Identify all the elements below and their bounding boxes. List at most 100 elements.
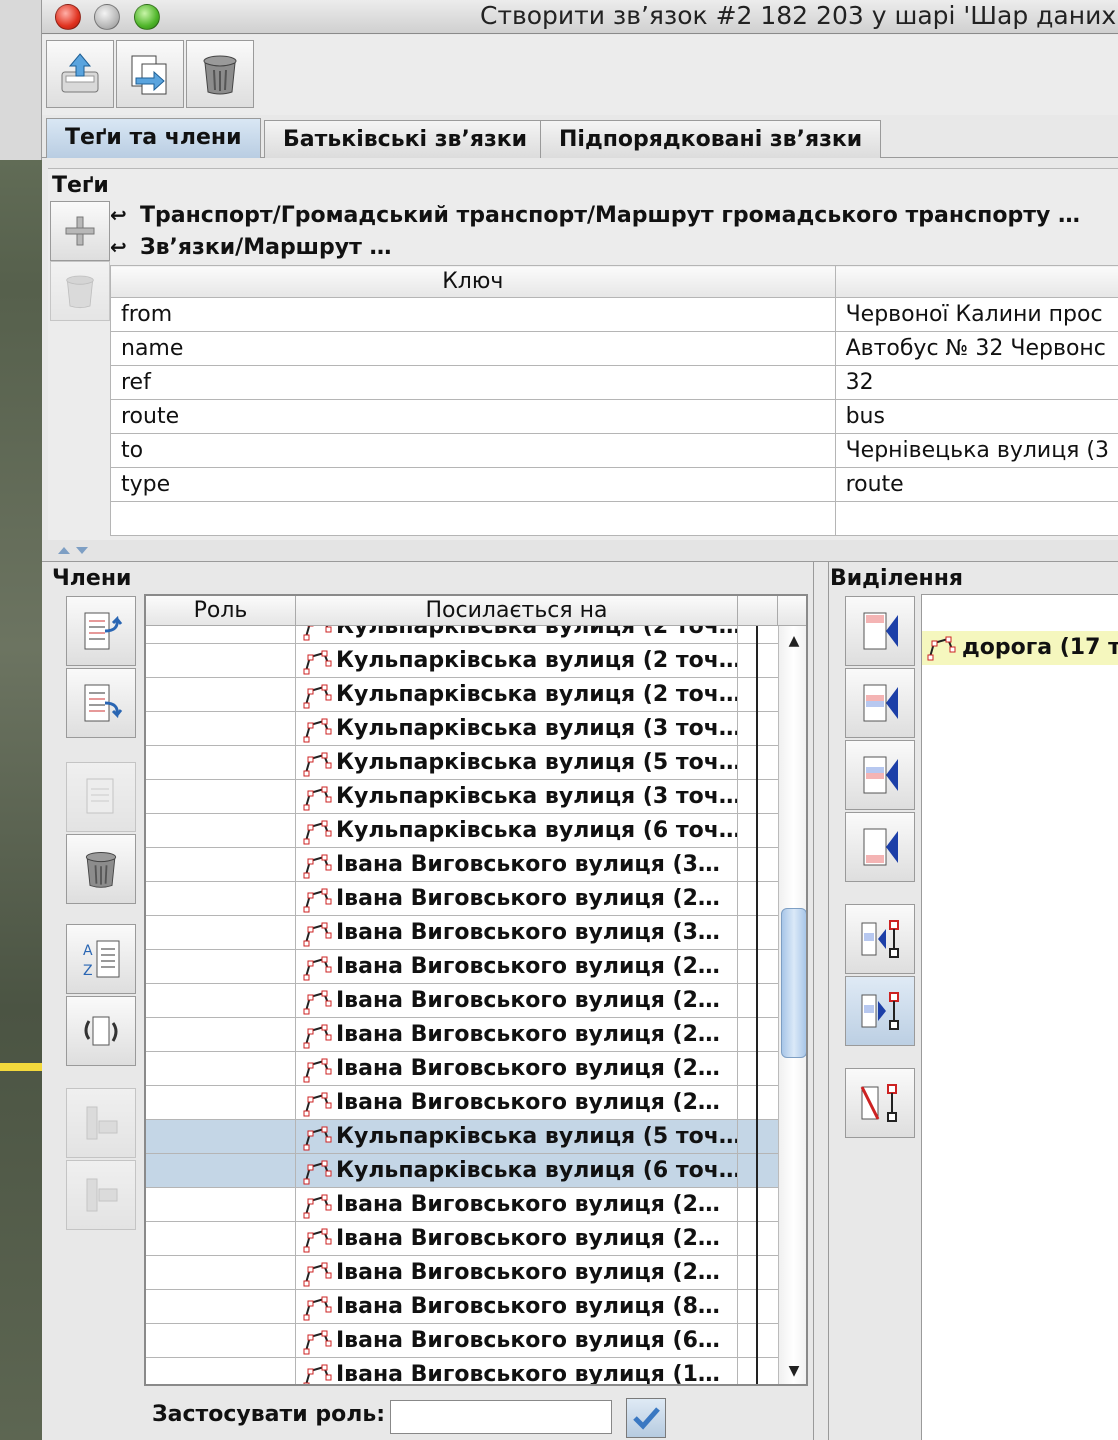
refers-column-header[interactable]: Посилається на	[296, 596, 738, 626]
value-column-header[interactable]	[834, 265, 1118, 298]
tag-key[interactable]	[110, 501, 836, 536]
member-ref-cell[interactable]: Івана Виговського вулиця (2…	[298, 1222, 738, 1256]
apply-role-button[interactable]	[626, 1398, 666, 1438]
tag-value[interactable]: route	[834, 467, 1118, 502]
member-row[interactable]: Кульпарківська вулиця (2 точ…	[146, 678, 778, 712]
member-role-cell[interactable]	[146, 1018, 296, 1052]
tag-row[interactable]: ref 32	[110, 365, 1118, 400]
member-ref-cell[interactable]: Кульпарківська вулиця (6 точ…	[298, 814, 738, 848]
tag-key[interactable]: ref	[110, 365, 836, 400]
delete-relation-button[interactable]	[186, 40, 254, 108]
add-selected-at-end-button[interactable]	[845, 812, 915, 882]
member-row[interactable]: Івана Виговського вулиця (2…	[146, 1188, 778, 1222]
member-role-cell[interactable]	[146, 1086, 296, 1120]
member-ref-cell[interactable]: Івана Виговського вулиця (2…	[298, 1052, 738, 1086]
member-ref-cell[interactable]: Кульпарківська вулиця (5 точ…	[298, 1120, 738, 1154]
tab-tags-members[interactable]: Теґи та члени	[46, 118, 261, 158]
tag-row[interactable]: type route	[110, 467, 1118, 502]
tag-key[interactable]: route	[110, 399, 836, 434]
preset-link[interactable]: ↩ Зв’язки/Маршрут …	[110, 235, 392, 260]
member-ref-cell[interactable]: Івана Виговського вулиця (1…	[298, 1358, 738, 1384]
member-row[interactable]: Кульпарківська вулиця (2 точ…	[146, 626, 778, 644]
member-row[interactable]: Кульпарківська вулиця (6 точ…	[146, 814, 778, 848]
link-column-header[interactable]	[738, 596, 778, 626]
member-ref-cell[interactable]: Івана Виговського вулиця (2…	[298, 1256, 738, 1290]
member-ref-cell[interactable]: Кульпарківська вулиця (5 точ…	[298, 746, 738, 780]
scroll-down-arrow-icon[interactable]: ▼	[779, 1356, 806, 1384]
member-ref-cell[interactable]: Івана Виговського вулиця (2…	[298, 984, 738, 1018]
tag-row[interactable]: name Автобус № 32 Червонс	[110, 331, 1118, 366]
add-tag-button[interactable]	[50, 201, 110, 261]
tag-key[interactable]: type	[110, 467, 836, 502]
select-in-map-button[interactable]	[845, 976, 915, 1046]
tab-child-relations[interactable]: Підпорядковані зв’язки	[540, 120, 882, 158]
member-ref-cell[interactable]: Кульпарківська вулиця (2 точ…	[298, 678, 738, 712]
tag-key[interactable]: name	[110, 331, 836, 366]
remove-member-button[interactable]	[66, 834, 136, 904]
member-row[interactable]: Кульпарківська вулиця (6 точ…	[146, 1154, 778, 1188]
tag-value[interactable]	[834, 501, 1118, 536]
member-row[interactable]: Івана Виговського вулиця (2…	[146, 1052, 778, 1086]
member-ref-cell[interactable]: Івана Виговського вулиця (8…	[298, 1290, 738, 1324]
member-role-cell[interactable]	[146, 644, 296, 678]
select-members-button[interactable]	[845, 904, 915, 974]
member-ref-cell[interactable]: Івана Виговського вулиця (2…	[298, 1086, 738, 1120]
edit-member-button[interactable]	[66, 762, 136, 832]
member-ref-cell[interactable]: Івана Виговського вулиця (6…	[298, 1324, 738, 1358]
member-role-cell[interactable]	[146, 712, 296, 746]
member-role-cell[interactable]	[146, 746, 296, 780]
download-incomplete-button[interactable]	[66, 1088, 136, 1158]
duplicate-relation-button[interactable]	[116, 40, 184, 108]
add-selected-before-button[interactable]	[845, 668, 915, 738]
role-column-header[interactable]: Роль	[146, 596, 296, 626]
member-row[interactable]: Івана Виговського вулиця (2…	[146, 984, 778, 1018]
member-role-cell[interactable]	[146, 950, 296, 984]
member-row[interactable]: Івана Виговського вулиця (3…	[146, 848, 778, 882]
member-role-cell[interactable]	[146, 1256, 296, 1290]
member-ref-cell[interactable]: Кульпарківська вулиця (6 точ…	[298, 1154, 738, 1188]
member-ref-cell[interactable]: Кульпарківська вулиця (3 точ…	[298, 780, 738, 814]
member-ref-cell[interactable]: Кульпарківська вулиця (3 точ…	[298, 712, 738, 746]
member-row[interactable]: Кульпарківська вулиця (5 точ…	[146, 746, 778, 780]
member-role-cell[interactable]	[146, 1052, 296, 1086]
member-role-cell[interactable]	[146, 1154, 296, 1188]
tag-value[interactable]: 32	[834, 365, 1118, 400]
tag-row[interactable]: from Червоної Калини прос	[110, 297, 1118, 332]
minimize-window-button[interactable]	[94, 4, 120, 30]
member-row[interactable]: Івана Виговського вулиця (2…	[146, 882, 778, 916]
tag-key[interactable]: to	[110, 433, 836, 468]
member-role-cell[interactable]	[146, 626, 296, 644]
member-row[interactable]: Івана Виговського вулиця (2…	[146, 1018, 778, 1052]
member-row[interactable]: Івана Виговського вулиця (3…	[146, 916, 778, 950]
tag-value[interactable]: Чернівецька вулиця (3	[834, 433, 1118, 468]
member-role-cell[interactable]	[146, 1358, 296, 1384]
zoom-window-button[interactable]	[134, 4, 160, 30]
member-row[interactable]: Івана Виговського вулиця (2…	[146, 1256, 778, 1290]
key-column-header[interactable]: Ключ	[110, 265, 836, 298]
remove-selected-button[interactable]	[845, 1068, 915, 1138]
member-row[interactable]: Івана Виговського вулиця (2…	[146, 1086, 778, 1120]
tag-row[interactable]: to Чернівецька вулиця (3	[110, 433, 1118, 468]
member-role-cell[interactable]	[146, 1120, 296, 1154]
members-scrollbar[interactable]: ▲ ▼	[778, 626, 806, 1384]
tag-value[interactable]: Червоної Калини прос	[834, 297, 1118, 332]
tag-value[interactable]: Автобус № 32 Червонс	[834, 331, 1118, 366]
tab-parent-relations[interactable]: Батьківські зв’язки	[264, 120, 547, 158]
member-role-cell[interactable]	[146, 780, 296, 814]
member-role-cell[interactable]	[146, 814, 296, 848]
delete-tag-button[interactable]	[50, 261, 110, 321]
tag-value[interactable]: bus	[834, 399, 1118, 434]
add-selected-at-start-button[interactable]	[845, 596, 915, 666]
apply-role-input[interactable]	[390, 1400, 612, 1434]
member-row[interactable]: Кульпарківська вулиця (3 точ…	[146, 712, 778, 746]
tag-row[interactable]: route bus	[110, 399, 1118, 434]
member-ref-cell[interactable]: Івана Виговського вулиця (2…	[298, 950, 738, 984]
tag-row-empty[interactable]	[110, 501, 1118, 536]
add-selected-after-button[interactable]	[845, 740, 915, 810]
move-down-button[interactable]	[66, 668, 136, 738]
apply-changes-button[interactable]	[46, 40, 114, 108]
selection-item[interactable]: дорога (17 т	[922, 631, 1118, 665]
member-role-cell[interactable]	[146, 916, 296, 950]
member-ref-cell[interactable]: Івана Виговського вулиця (2…	[298, 1018, 738, 1052]
member-ref-cell[interactable]: Івана Виговського вулиця (2…	[298, 1188, 738, 1222]
